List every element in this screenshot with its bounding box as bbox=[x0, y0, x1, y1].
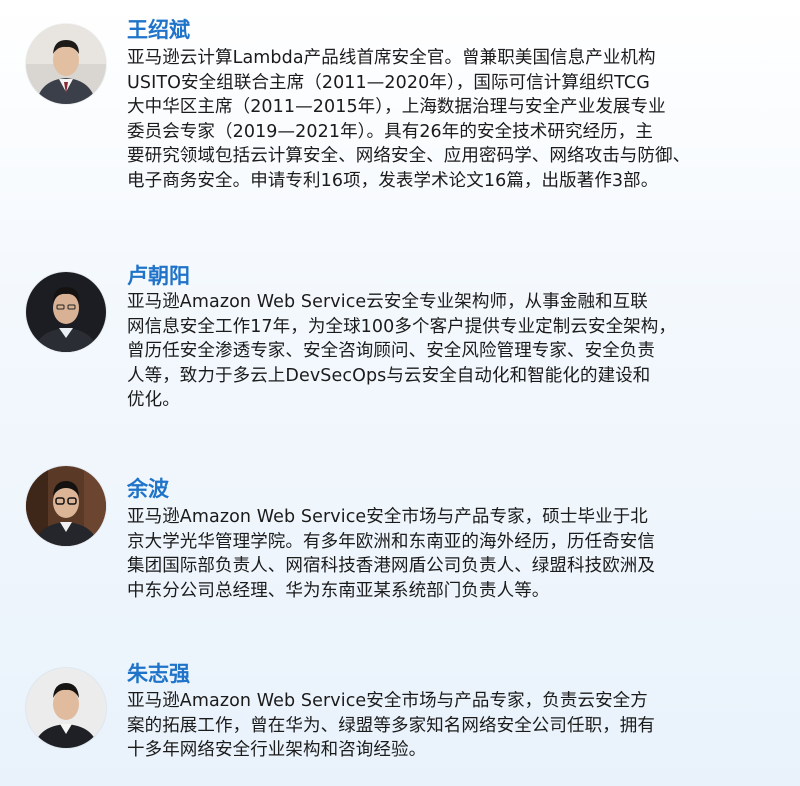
avatar bbox=[26, 24, 106, 104]
bio-line: 亚马逊云计算Lambda产品线首席安全官。曾兼职美国信息产业机构 bbox=[127, 48, 656, 68]
bio-line: 案的拓展工作，曾在华为、绿盟等多家知名网络安全公司任职，拥有 bbox=[127, 715, 655, 736]
avatar bbox=[26, 466, 106, 546]
bio-line: 中东分公司总经理、华为东南亚某系统部门负责人等。 bbox=[127, 580, 550, 601]
bio-line: 优化。 bbox=[127, 390, 180, 410]
bio-line: 亚马逊Amazon Web Service安全市场与产品专家，硕士毕业于北 bbox=[127, 507, 648, 527]
bio-line: 亚马逊Amazon Web Service云安全专业架构师，从事金融和互联 bbox=[127, 292, 648, 312]
avatar bbox=[26, 272, 106, 352]
avatar bbox=[26, 668, 106, 748]
profile-name: 余波 bbox=[127, 477, 169, 501]
profile-bio: 亚马逊Amazon Web Service安全市场与产品专家，硕士毕业于北 京大… bbox=[127, 505, 782, 603]
bio-line: 网信息安全工作17年，为全球100多个客户提供专业定制云安全架构， bbox=[127, 316, 676, 337]
profile-name: 卢朝阳 bbox=[127, 264, 190, 288]
bio-line: 人等，致力于多云上DevSecOps与云安全自动化和智能化的建设和 bbox=[127, 365, 651, 386]
bio-line: 要研究领域包括云计算安全、网络安全、应用密码学、网络攻击与防御、 bbox=[127, 146, 691, 166]
bio-line: 电子商务安全。申请专利16项，发表学术论文16篇，出版著作3部。 bbox=[127, 170, 659, 191]
profile-bio: 亚马逊Amazon Web Service云安全专业架构师，从事金融和互联 网信… bbox=[127, 290, 782, 413]
bio-line: 十多年网络安全行业架构和咨询经验。 bbox=[127, 740, 427, 760]
profile-name: 朱志强 bbox=[127, 662, 190, 686]
bio-line: 委员会专家（2019—2021年）。具有26年的安全技术研究经历，主 bbox=[127, 121, 653, 142]
profile-name: 王绍斌 bbox=[127, 18, 190, 42]
bio-line: 曾历任安全渗透专家、安全咨询顾问、安全风险管理专家、安全负责 bbox=[127, 341, 655, 361]
profile-bio: 亚马逊Amazon Web Service安全市场与产品专家，负责云安全方 案的… bbox=[127, 689, 782, 763]
profile-bio: 亚马逊云计算Lambda产品线首席安全官。曾兼职美国信息产业机构 USITO安全… bbox=[127, 46, 782, 193]
bio-line: 集团国际部负责人、网宿科技香港网盾公司负责人、绿盟科技欧洲及 bbox=[127, 556, 655, 576]
bio-line: 京大学光华管理学院。有多年欧洲和东南亚的海外经历，历任奇安信 bbox=[127, 531, 655, 552]
bio-line: 亚马逊Amazon Web Service安全市场与产品专家，负责云安全方 bbox=[127, 691, 648, 711]
bio-line: 大中华区主席（2011—2015年），上海数据治理与安全产业发展专业 bbox=[127, 97, 666, 117]
bio-line: USITO安全组联合主席（2011—2020年），国际可信计算组织TCG bbox=[127, 72, 650, 93]
